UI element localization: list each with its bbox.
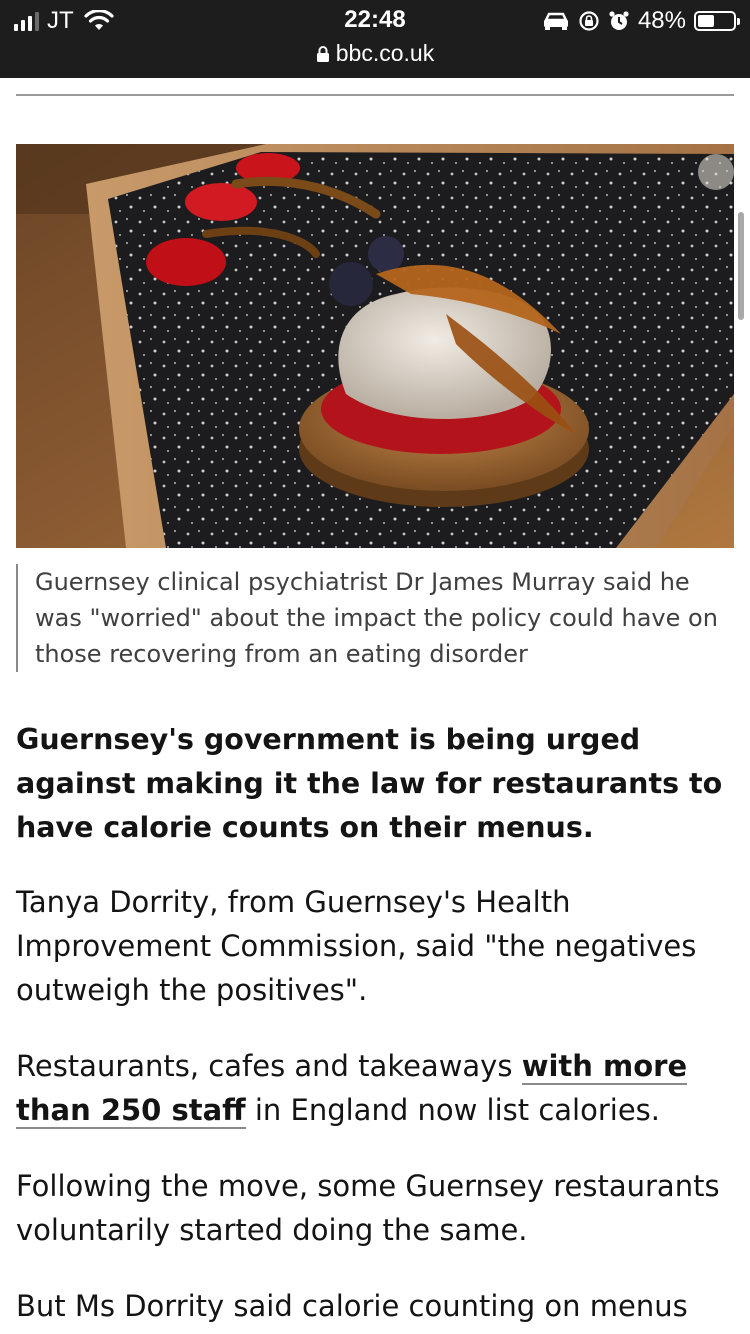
paragraph-2-text-before: Restaurants, cafes and takeaways [16, 1049, 522, 1083]
lock-icon [316, 46, 329, 62]
battery-level-fill [698, 15, 715, 27]
dessert-photo-illustration [16, 144, 734, 548]
article-body: Guernsey's government is being urged aga… [16, 718, 736, 1334]
rotation-lock-icon [579, 11, 599, 31]
paragraph-4: But Ms Dorrity said calorie counting on … [16, 1289, 688, 1323]
car-icon [543, 12, 568, 30]
status-right: 48% [542, 7, 740, 35]
address-bar[interactable]: bbc.co.uk [0, 40, 750, 67]
scrollbar[interactable] [738, 212, 744, 320]
paragraph-2-text-after: in England now list calories. [245, 1093, 660, 1127]
paragraph-2: Restaurants, cafes and takeaways with mo… [16, 1044, 736, 1132]
alarm-icon [609, 11, 629, 30]
section-divider [16, 94, 734, 96]
url-text: bbc.co.uk [335, 40, 435, 66]
paragraph-1: Tanya Dorrity, from Guernsey's Health Im… [16, 885, 697, 1007]
photo-caption: Guernsey clinical psychiatrist Dr James … [16, 564, 734, 672]
battery-icon [694, 11, 740, 31]
article-lead: Guernsey's government is being urged aga… [16, 723, 723, 844]
status-bar: JT 22:48 bbc.co.uk 48% [0, 0, 750, 78]
article-photo [16, 144, 734, 548]
battery-percent: 48% [637, 7, 686, 34]
paragraph-3: Following the move, some Guernsey restau… [16, 1169, 720, 1247]
